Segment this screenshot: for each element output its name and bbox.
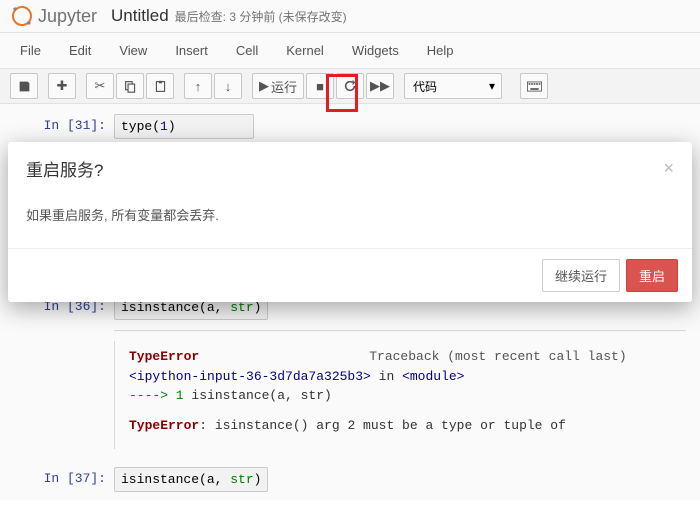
modal-body: 如果重启服务, 所有变量都会丢弃. bbox=[8, 195, 692, 248]
continue-button[interactable]: 继续运行 bbox=[542, 259, 620, 292]
modal-footer: 继续运行 重启 bbox=[8, 248, 692, 302]
restart-kernel-modal: 重启服务? × 如果重启服务, 所有变量都会丢弃. 继续运行 重启 bbox=[8, 142, 692, 302]
modal-title: 重启服务? bbox=[26, 156, 103, 181]
modal-header: 重启服务? × bbox=[8, 142, 692, 195]
restart-confirm-button[interactable]: 重启 bbox=[626, 259, 678, 292]
close-icon[interactable]: × bbox=[663, 158, 674, 179]
